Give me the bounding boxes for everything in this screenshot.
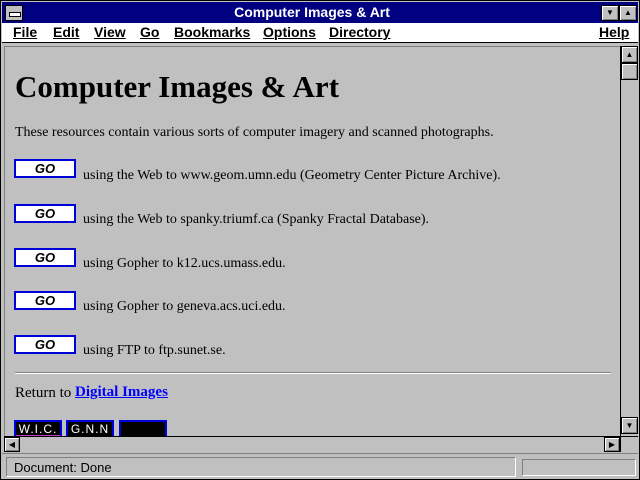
go-button-geom[interactable]: GO <box>14 159 76 178</box>
go-button-sunet[interactable]: GO <box>14 335 76 354</box>
menu-bookmarks[interactable]: Bookmarks <box>174 24 250 41</box>
progress-indicator <box>522 459 636 476</box>
document-view[interactable]: Computer Images & Art These resources co… <box>4 46 620 436</box>
menu-directory[interactable]: Directory <box>329 24 390 41</box>
system-menu-icon[interactable] <box>5 5 23 21</box>
menu-go[interactable]: Go <box>140 24 159 41</box>
horizontal-rule <box>15 372 611 374</box>
status-text: Document: Done <box>14 460 112 475</box>
title-bar[interactable]: Computer Images & Art ▼ ▲ <box>2 2 638 23</box>
scroll-right-button[interactable]: ▶ <box>604 437 620 452</box>
horizontal-scrollbar[interactable]: ◀ ▶ <box>4 436 620 452</box>
browser-window: Computer Images & Art ▼ ▲ File Edit View… <box>0 0 640 480</box>
gnn-logo-button[interactable]: G.N.N <box>66 420 114 436</box>
go-button-spanky[interactable]: GO <box>14 204 76 223</box>
scroll-up-button[interactable]: ▲ <box>621 46 638 63</box>
scroll-down-button[interactable]: ▼ <box>621 417 638 434</box>
third-logo-button[interactable] <box>119 420 167 436</box>
scrollbar-corner <box>620 436 638 452</box>
return-label: Return to <box>15 385 72 401</box>
resource-text-geneva: using Gopher to geneva.acs.uci.edu. <box>83 299 286 314</box>
minimize-button[interactable]: ▼ <box>601 5 619 21</box>
menu-bar: File Edit View Go Bookmarks Options Dire… <box>2 23 638 43</box>
window-title: Computer Images & Art <box>234 4 390 20</box>
scroll-left-button[interactable]: ◀ <box>4 437 20 452</box>
wic-logo-button[interactable]: W.I.C. <box>14 420 62 436</box>
menu-file[interactable]: File <box>13 24 37 41</box>
go-button-k12[interactable]: GO <box>14 248 76 267</box>
resource-text-spanky: using the Web to spanky.triumf.ca (Spank… <box>83 212 430 227</box>
status-bar: Document: Done <box>2 453 638 479</box>
menu-edit[interactable]: Edit <box>53 24 79 41</box>
menu-view[interactable]: View <box>94 24 126 41</box>
page-title: Computer Images & Art <box>15 69 340 104</box>
digital-images-link[interactable]: Digital Images <box>75 384 168 401</box>
maximize-button[interactable]: ▲ <box>619 5 637 21</box>
intro-text: These resources contain various sorts of… <box>15 125 494 140</box>
resource-text-k12: using Gopher to k12.ucs.umass.edu. <box>83 256 286 271</box>
menu-options[interactable]: Options <box>263 24 316 41</box>
vertical-scroll-thumb[interactable] <box>621 63 638 80</box>
menu-help[interactable]: Help <box>599 24 629 41</box>
resource-text-sunet: using FTP to ftp.sunet.se. <box>83 343 226 358</box>
vertical-scrollbar[interactable]: ▲ ▼ <box>620 46 638 436</box>
go-button-geneva[interactable]: GO <box>14 291 76 310</box>
resource-text-geom: using the Web to www.geom.umn.edu (Geome… <box>83 168 501 183</box>
